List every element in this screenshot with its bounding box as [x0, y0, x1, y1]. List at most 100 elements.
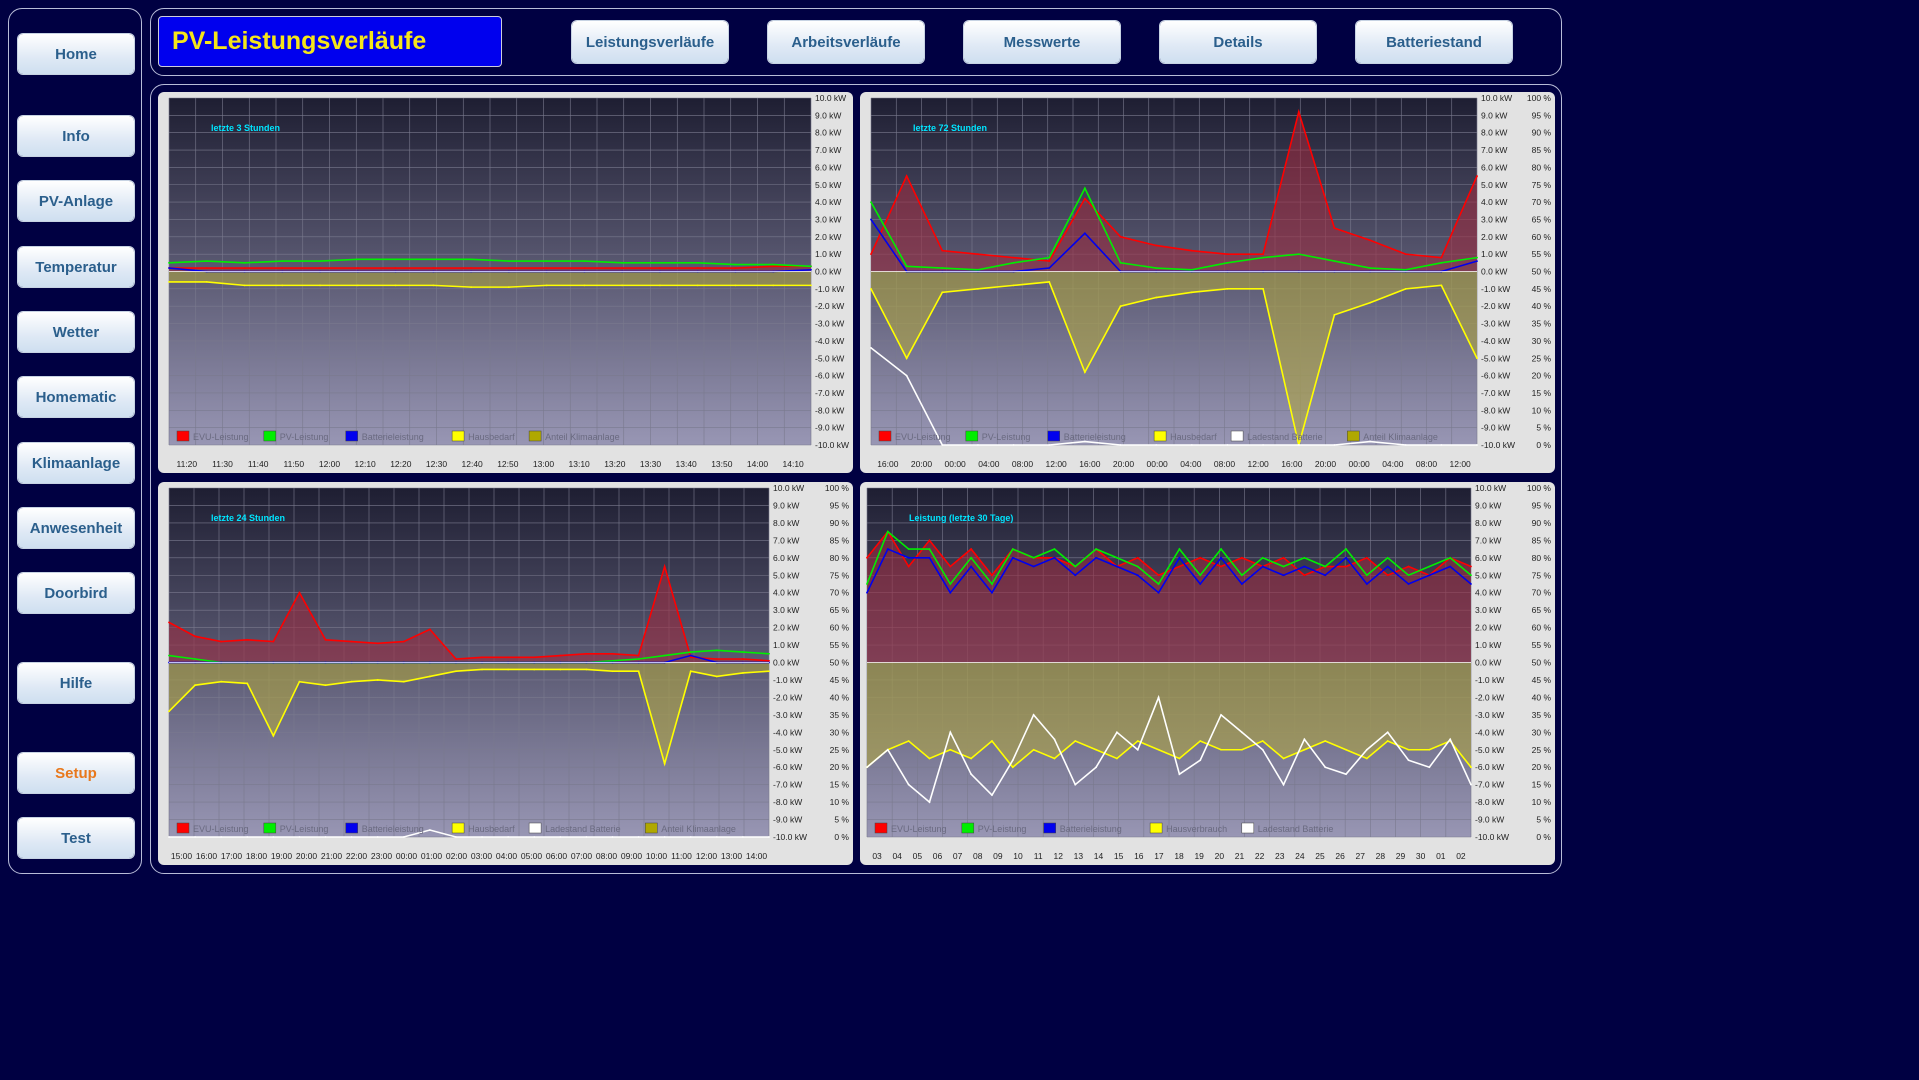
- evu-leistung-point: [941, 249, 944, 252]
- hausbedarf-point: [1333, 313, 1336, 316]
- hausbedarf-point: [1262, 287, 1265, 290]
- ladestand-batterie-point: [1386, 731, 1389, 734]
- y-pct-tick-label: 65 %: [1532, 605, 1552, 615]
- batterieleistung-point: [1220, 556, 1222, 559]
- nav-home-button[interactable]: Home: [18, 34, 134, 74]
- pv-leistung-point: [1199, 574, 1202, 577]
- evu-leistung-point: [637, 654, 640, 657]
- x-tick-label: 07: [953, 851, 963, 861]
- batterieleistung-point: [928, 556, 931, 559]
- hausbedarf-point: [941, 291, 944, 294]
- y-pct-tick-label: 100 %: [825, 483, 850, 493]
- ladestand-batterie-point: [1116, 731, 1118, 734]
- y-pct-tick-label: 5 %: [1536, 423, 1551, 433]
- nav-homematic-button[interactable]: Homematic: [18, 377, 134, 417]
- ladestand-batterie-point: [1261, 748, 1264, 751]
- x-tick-label: 23:00: [371, 851, 393, 861]
- batterieleistung-point: [1116, 565, 1118, 568]
- x-tick-label: 14:00: [747, 459, 769, 469]
- hausverbrauch-point: [1282, 757, 1285, 760]
- pv-leistung-point: [742, 651, 744, 653]
- x-tick-label: 13: [1074, 851, 1084, 861]
- tab-batteriestand[interactable]: Batteriestand: [1356, 21, 1512, 63]
- x-tick-label: 03:00: [471, 851, 493, 861]
- y-pct-tick-label: 15 %: [830, 780, 850, 790]
- evu-leistung-point: [168, 621, 170, 624]
- ladestand-batterie-point: [220, 836, 223, 838]
- ladestand-batterie-point: [1095, 766, 1098, 769]
- nav-pv-anlage-button[interactable]: PV-Anlage: [18, 181, 134, 221]
- nav-setup-button[interactable]: Setup: [18, 753, 134, 793]
- y-tick-label: -7.0 kW: [773, 780, 802, 790]
- hausbedarf-point: [659, 284, 661, 287]
- nav-hilfe-button[interactable]: Hilfe: [18, 663, 134, 703]
- hausbedarf-point: [870, 287, 872, 290]
- pv-leistung-point: [1012, 261, 1015, 264]
- y-tick-label: -7.0 kW: [1475, 780, 1504, 790]
- pv-leistung-point: [949, 583, 952, 585]
- y-tick-label: -1.0 kW: [815, 284, 844, 294]
- evu-leistung-point: [1282, 556, 1285, 559]
- ladestand-batterie-point: [949, 731, 952, 734]
- hausverbrauch-point: [949, 748, 952, 751]
- y-tick-label: -10.0 kW: [1475, 832, 1509, 842]
- batterieleistung-point: [886, 548, 889, 550]
- x-tick-label: 00:00: [1147, 459, 1169, 469]
- x-tick-label: 18: [1174, 851, 1184, 861]
- pv-leistung-point: [659, 261, 661, 264]
- x-tick-label: 06:00: [546, 851, 568, 861]
- x-tick-label: 08:00: [1012, 459, 1034, 469]
- ladestand-batterie-point: [907, 783, 910, 786]
- y-tick-label: 8.0 kW: [1475, 518, 1501, 528]
- y-pct-tick-label: 40 %: [1532, 692, 1552, 702]
- x-tick-label: 09:00: [621, 851, 643, 861]
- tab-details[interactable]: Details: [1160, 21, 1316, 63]
- evu-leistung-point: [949, 565, 952, 568]
- y-pct-tick-label: 0 %: [1536, 440, 1551, 450]
- evu-leistung-point: [376, 642, 379, 645]
- y-tick-label: 6.0 kW: [815, 162, 841, 172]
- x-tick-label: 13:00: [721, 851, 743, 861]
- evu-leistung-point: [715, 658, 718, 660]
- pv-leistung-point: [696, 261, 699, 264]
- x-tick-label: 12:30: [426, 459, 448, 469]
- nav-wetter-button[interactable]: Wetter: [18, 312, 134, 352]
- y-pct-tick-label: 0 %: [1536, 832, 1551, 842]
- batterieleistung-point: [1428, 574, 1431, 577]
- pv-leistung-point: [507, 260, 510, 262]
- y-tick-label: -7.0 kW: [815, 388, 844, 398]
- tab-leistungsverlaeufe[interactable]: Leistungsverläufe: [572, 21, 728, 63]
- y-tick-label: 1.0 kW: [1475, 640, 1501, 650]
- y-tick-label: -5.0 kW: [815, 353, 844, 363]
- nav-klimaanlage-button[interactable]: Klimaanlage: [18, 443, 134, 483]
- x-tick-label: 22:00: [346, 851, 368, 861]
- legend-label: Anteil Klimaanlage: [1363, 432, 1438, 442]
- tab-messwerte[interactable]: Messwerte: [964, 21, 1120, 63]
- evu-leistung-point: [1262, 253, 1265, 256]
- pv-leistung-point: [1032, 556, 1035, 559]
- hausbedarf-point: [350, 680, 353, 683]
- nav-anwesenheit-button[interactable]: Anwesenheit: [18, 508, 134, 548]
- y-pct-tick-label: 90 %: [1532, 128, 1552, 138]
- legend-label: EVU-Leistung: [193, 824, 249, 834]
- hausbedarf-point: [1404, 287, 1407, 290]
- ladestand-batterie-point: [977, 444, 979, 446]
- hausverbrauch-point: [1136, 740, 1139, 742]
- y-tick-label: 10.0 kW: [1475, 483, 1506, 493]
- tab-arbeitsverlaeufe[interactable]: Arbeitsverläufe: [768, 21, 924, 63]
- nav-temperatur-button[interactable]: Temperatur: [18, 247, 134, 287]
- hausbedarf-point: [470, 286, 473, 289]
- nav-doorbird-button[interactable]: Doorbird: [18, 573, 134, 613]
- pv-leistung-point: [715, 649, 718, 652]
- x-tick-label: 10:00: [646, 851, 668, 861]
- pv-leistung-point: [1155, 267, 1158, 269]
- nav-info-button[interactable]: Info: [18, 116, 134, 156]
- pv-leistung-point: [1190, 268, 1193, 271]
- nav-test-button[interactable]: Test: [18, 818, 134, 858]
- pv-leistung-point: [319, 260, 321, 262]
- y-pct-tick-label: 55 %: [1532, 640, 1552, 650]
- y-tick-label: 7.0 kW: [773, 535, 799, 545]
- y-tick-label: 5.0 kW: [1481, 180, 1507, 190]
- batterieleistung-point: [1136, 574, 1139, 577]
- hausbedarf-point: [432, 284, 435, 287]
